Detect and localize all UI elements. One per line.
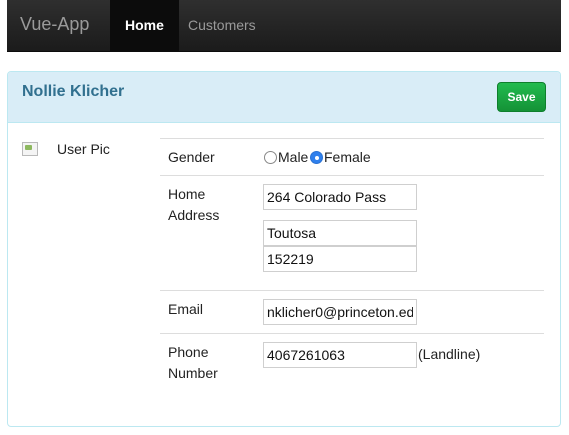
user-pic-broken-image-icon	[22, 142, 38, 156]
gender-female-label[interactable]: Female	[324, 149, 371, 165]
divider	[160, 290, 544, 291]
email-label: Email	[168, 301, 204, 317]
phone-input[interactable]	[263, 342, 417, 368]
home-address-label-line2: Address	[168, 207, 220, 223]
gender-label: Gender	[168, 149, 215, 165]
home-address-label-line1: Home	[168, 186, 206, 202]
customer-name-title: Nollie Klicher	[22, 83, 125, 100]
gender-male-radio[interactable]	[264, 151, 277, 164]
city-input[interactable]	[263, 220, 417, 246]
save-button[interactable]: Save	[497, 82, 546, 112]
phone-label-line1: Phone	[168, 344, 209, 360]
gender-male-label[interactable]: Male	[278, 149, 308, 165]
email-input[interactable]	[263, 299, 417, 325]
user-pic-label: User Pic	[57, 141, 110, 157]
gender-female-radio[interactable]	[310, 151, 323, 164]
nav-item-home[interactable]: Home	[110, 0, 179, 51]
street-input[interactable]	[263, 184, 417, 210]
divider	[160, 175, 544, 176]
phone-label-line2: Number	[168, 365, 218, 381]
panel-heading: Nollie Klicher Save	[8, 72, 560, 123]
nav-item-customers[interactable]: Customers	[173, 0, 271, 51]
phone-type-label: (Landline)	[418, 346, 481, 362]
brand-logo[interactable]: Vue-App	[20, 14, 89, 35]
navbar: Vue-App Home Customers	[7, 0, 561, 52]
zip-input[interactable]	[263, 246, 417, 272]
divider	[160, 138, 544, 139]
divider	[160, 333, 544, 334]
